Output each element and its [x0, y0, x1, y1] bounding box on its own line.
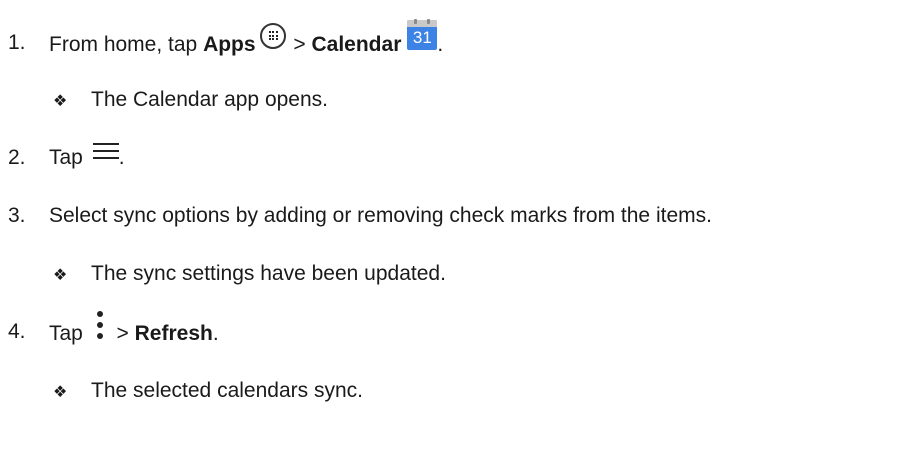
separator: >	[287, 33, 312, 56]
bullet-icon: ❖	[53, 267, 68, 284]
step-text: Tap > Refresh .	[49, 311, 219, 349]
apps-label: Apps	[203, 33, 256, 56]
step-number: 4.	[8, 320, 26, 343]
step-text-suffix: .	[212, 322, 219, 345]
calendar-icon-date: 31	[412, 28, 432, 47]
step-number: 3.	[8, 204, 26, 227]
bullet-icon: ❖	[53, 384, 68, 401]
more-options-icon	[95, 311, 105, 341]
step-text-prefix: Tap	[49, 146, 89, 169]
step-text-suffix: .	[437, 33, 444, 56]
refresh-label: Refresh	[134, 322, 213, 345]
step-text-prefix: From home, tap	[49, 33, 204, 56]
step-number: 1.	[8, 31, 26, 54]
bullet-icon: ❖	[53, 93, 68, 110]
step-text: Tap .	[49, 142, 125, 171]
step-text: From home, tap Apps > Calendar 31 .	[49, 19, 444, 60]
step-text-suffix: .	[118, 146, 125, 169]
calendar-icon: 31	[407, 19, 438, 50]
result-text: The Calendar app opens.	[91, 88, 328, 111]
result-text: The sync settings have been updated.	[91, 262, 446, 285]
apps-icon	[259, 23, 286, 49]
result-text: The selected calendars sync.	[91, 379, 363, 402]
calendar-label: Calendar	[311, 33, 402, 56]
step-number: 2.	[8, 146, 26, 169]
step-text-prefix: Tap	[49, 322, 89, 345]
separator: >	[110, 322, 135, 345]
menu-icon	[92, 142, 119, 160]
step-text: Select sync options by adding or removin…	[49, 204, 712, 227]
